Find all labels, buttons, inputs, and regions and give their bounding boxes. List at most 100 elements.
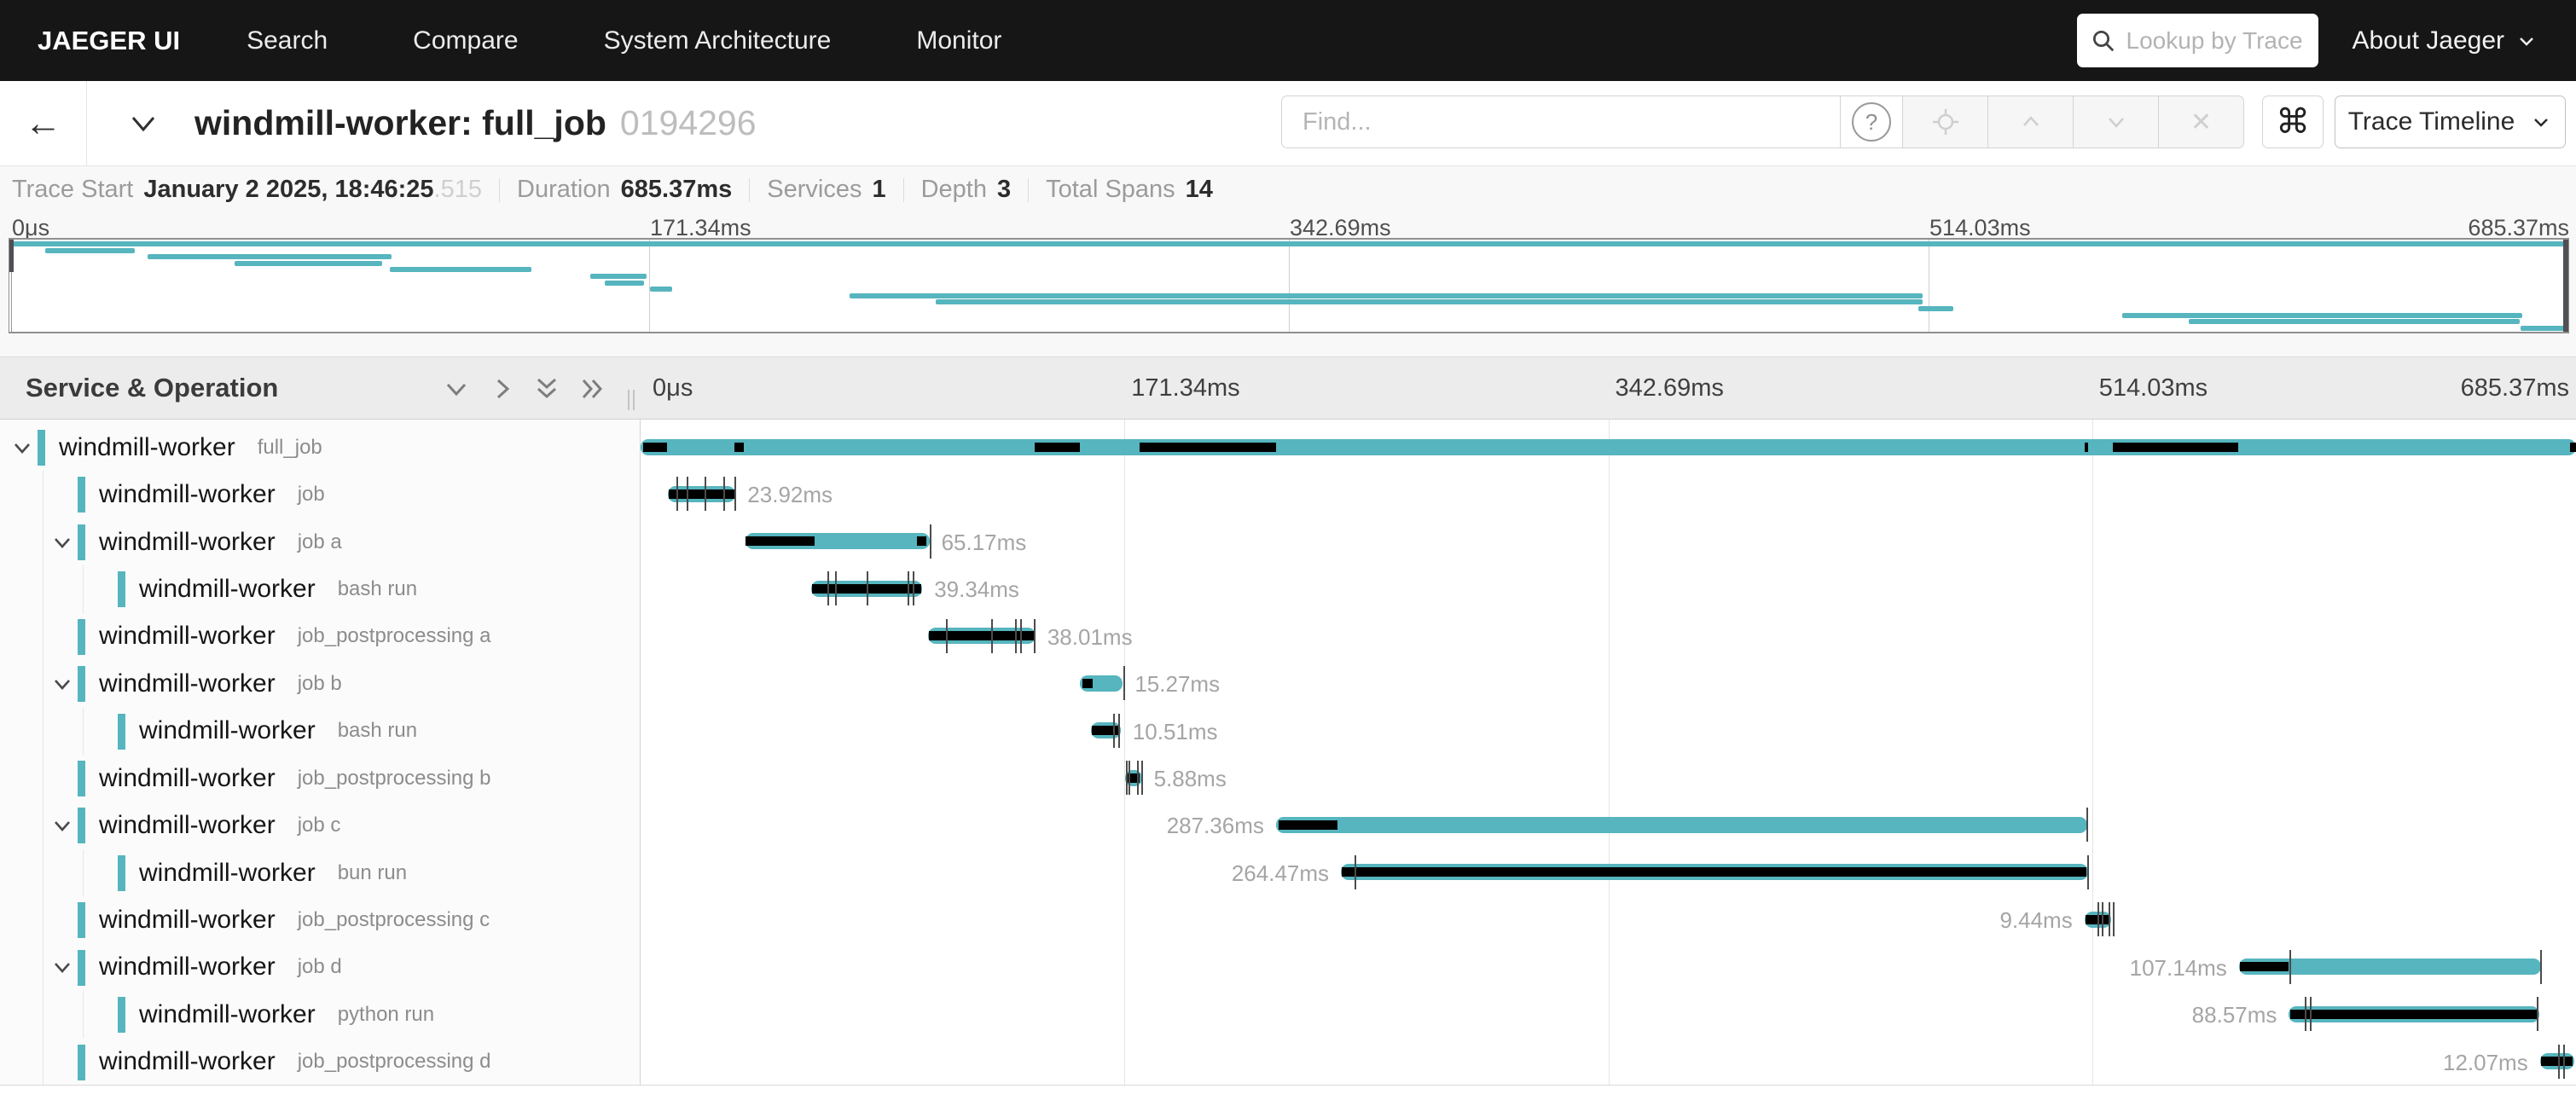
trace-lookup-box (2077, 14, 2318, 67)
tree-row[interactable]: windmill-workerjob c (0, 802, 641, 848)
tree-row[interactable]: windmill-workerbash run (0, 708, 641, 755)
tree-row[interactable]: windmill-workerbash run (0, 565, 641, 612)
summary-value: 14 (1186, 176, 1213, 204)
tree-row[interactable]: windmill-workerjob d (0, 944, 641, 991)
app-logo[interactable]: JAEGER UI (38, 26, 180, 56)
minimap-span-bar (2189, 319, 2520, 324)
back-button[interactable]: ← (0, 81, 87, 166)
span-duration-label: 9.44ms (1999, 907, 2072, 934)
find-toolbar: ? ✕ (1281, 96, 2244, 148)
nav-item-compare[interactable]: Compare (413, 26, 518, 55)
divider (499, 178, 500, 202)
trace-id: 0194296 (620, 103, 757, 142)
tree-row[interactable]: windmill-worker job_postprocessing b (0, 755, 641, 802)
chevron-down-icon[interactable] (50, 955, 74, 983)
span-log-tick (1015, 619, 1017, 653)
operation-name: job_postprocessing a (298, 624, 491, 648)
minimap-span-bar (590, 274, 647, 279)
chevron-down-icon[interactable] (50, 672, 74, 700)
focus-match-button[interactable] (1903, 96, 1988, 148)
indent-guide (43, 518, 44, 565)
tree-row[interactable]: windmill-workerpython run (0, 991, 641, 1038)
span-bar-overlay (1092, 726, 1120, 735)
keyboard-shortcuts-button[interactable]: ⌘ (2262, 96, 2324, 148)
operation-name: bash run (338, 577, 417, 601)
collapse-one-button[interactable] (442, 374, 471, 403)
span-color-chip (78, 666, 85, 702)
span-duration-label: 287.36ms (1167, 813, 1264, 839)
minimap-canvas[interactable] (9, 238, 2569, 333)
divider (903, 178, 904, 202)
operation-name: job c (298, 814, 341, 837)
indent-guide (43, 896, 44, 943)
span-log-tick (2563, 1045, 2565, 1079)
clear-search-button[interactable]: ✕ (2159, 96, 2244, 148)
indent-guide (43, 613, 44, 660)
service-name: windmill-worker (99, 528, 276, 557)
find-help-button[interactable]: ? (1840, 96, 1903, 148)
service-name: windmill-worker (99, 480, 276, 509)
indent-guide (43, 1039, 44, 1086)
panel-resize-handle[interactable] (628, 390, 640, 410)
span-color-chip (78, 477, 85, 513)
collapse-all-button[interactable] (532, 374, 561, 403)
tree-row[interactable]: windmill-workerfull_job (0, 424, 641, 471)
span-bar[interactable] (641, 439, 2576, 455)
span-color-chip (118, 855, 125, 891)
next-match-button[interactable] (2074, 96, 2159, 148)
divider (749, 178, 750, 202)
expand-all-button[interactable] (578, 374, 607, 403)
span-log-tick (2097, 902, 2099, 936)
about-jaeger-menu[interactable]: About Jaeger (2353, 26, 2537, 55)
span-bar-overlay (1279, 820, 1338, 830)
span-log-tick (930, 524, 931, 559)
tree-row[interactable]: windmill-workerjob (0, 471, 641, 518)
nav-item-system-architecture[interactable]: System Architecture (604, 26, 832, 55)
find-input[interactable] (1301, 107, 1840, 137)
top-navbar: JAEGER UI Search Compare System Architec… (0, 0, 2576, 81)
service-name: windmill-worker (99, 764, 276, 793)
timeline-column-header: Service & Operation 0μs171.34ms342.69ms5… (0, 356, 2576, 420)
minimap-span-bar (235, 261, 381, 266)
viewport-right-handle[interactable] (2563, 240, 2568, 332)
tree-row[interactable]: windmill-workerbun run (0, 849, 641, 896)
nav-item-monitor[interactable]: Monitor (916, 26, 1001, 55)
span-log-tick (867, 571, 868, 605)
summary-label: Trace Start (12, 176, 133, 204)
tree-row[interactable]: windmill-workerjob_postprocessing c (0, 896, 641, 943)
trace-lookup-input[interactable] (2125, 26, 2305, 55)
service-name: windmill-worker (99, 622, 276, 651)
span-bar[interactable] (1276, 817, 2087, 833)
nav-item-search[interactable]: Search (247, 26, 328, 55)
operation-name: job_postprocessing b (298, 767, 491, 791)
chevron-down-icon[interactable] (50, 530, 74, 559)
trace-collapse-toggle[interactable] (126, 109, 160, 142)
span-bar-overlay (917, 536, 926, 546)
timeline-tick-label: 685.37ms (2461, 374, 2569, 403)
expand-one-button[interactable] (488, 374, 517, 403)
timeline-gridline (1124, 420, 1125, 1086)
chevron-down-icon[interactable] (50, 814, 74, 842)
tree-row[interactable]: windmill-workerjob a (0, 518, 641, 565)
tree-row[interactable]: windmill-workerjob_postprocessing d (0, 1039, 641, 1086)
chevron-down-icon (2516, 31, 2537, 51)
viewport-left-handle[interactable] (9, 240, 14, 272)
span-color-chip (78, 524, 85, 560)
minimap-span-bar (390, 267, 531, 272)
indent-guide (43, 660, 44, 707)
span-bar-overlay (734, 443, 744, 452)
view-selector-button[interactable]: Trace Timeline (2335, 96, 2566, 148)
tree-row[interactable]: windmill-workerjob b (0, 660, 641, 707)
tree-row[interactable]: windmill-worker job_postprocessing a (0, 613, 641, 660)
span-bar-overlay (1342, 867, 2086, 877)
chevron-down-icon[interactable] (10, 436, 34, 464)
span-log-tick (687, 477, 688, 511)
command-icon: ⌘ (2276, 102, 2310, 142)
prev-match-button[interactable] (1988, 96, 2074, 148)
span-bar-overlay (643, 443, 667, 452)
span-log-tick (1137, 761, 1139, 795)
close-icon: ✕ (2190, 107, 2212, 137)
summary-label: Total Spans (1046, 176, 1175, 204)
span-log-tick (1126, 761, 1128, 795)
timeline-minimap: 0μs171.34ms342.69ms514.03ms685.37ms (0, 213, 2576, 356)
